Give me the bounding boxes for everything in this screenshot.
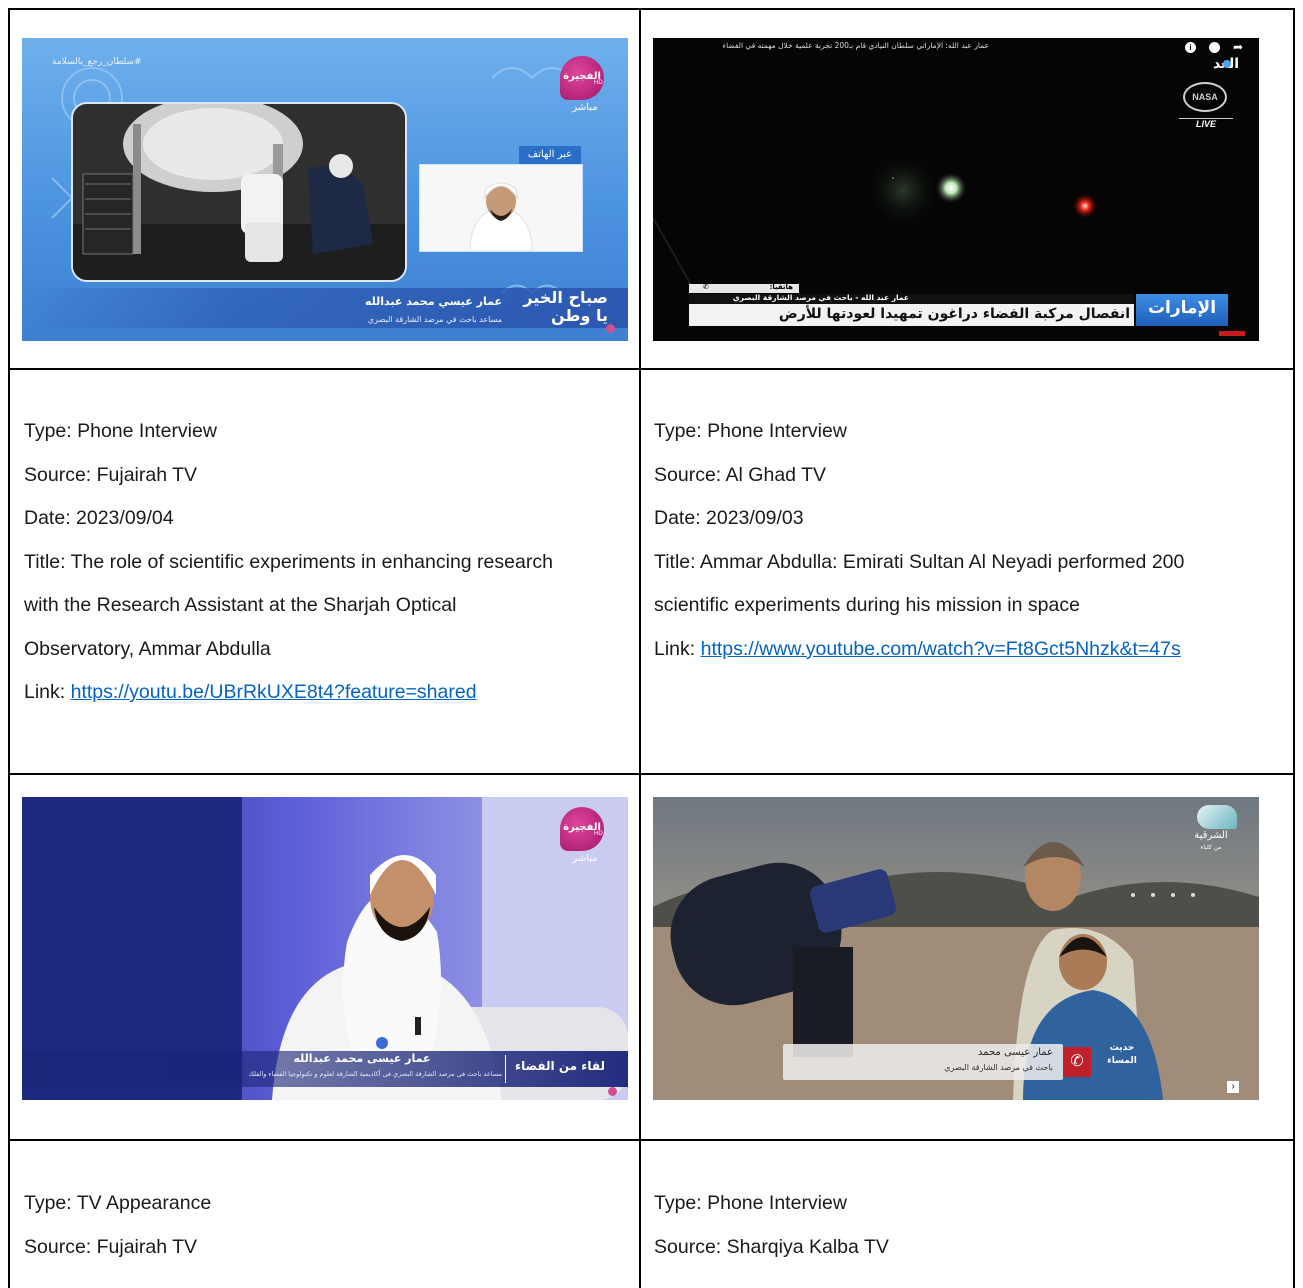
- phone-guest-photo: [419, 164, 583, 252]
- thumbnail-alghad: عمار عبد الله: الإماراتي سلطان النيادي ق…: [653, 38, 1259, 341]
- channel-logo-icon: [1223, 60, 1231, 68]
- link-label: Link:: [654, 637, 701, 660]
- link-label: Link:: [24, 681, 71, 703]
- show-title-line2: يا وطن: [551, 306, 608, 325]
- hd-badge: HD: [594, 80, 603, 86]
- entry-link-row: Link: https://youtu.be/UBrRkUXE8t4?featu…: [24, 671, 553, 715]
- entry-2-details: Type: Phone Interview Source: Al Ghad TV…: [654, 410, 1184, 671]
- table-border-middle: [639, 8, 641, 1288]
- corner-badge: [1219, 331, 1245, 336]
- channel-name: الشرقية: [1194, 830, 1228, 841]
- entry-title-line: Title: The role of scientific experiment…: [24, 550, 553, 573]
- entry-link[interactable]: https://youtu.be/UBrRkUXE8t4?feature=sha…: [71, 681, 477, 703]
- entry-title-line: scientific experiments during his missio…: [654, 594, 1080, 616]
- guest-line: عمار عبد الله - باحث في مرصد الشارقة الب…: [732, 293, 909, 302]
- clock-icon[interactable]: [1209, 42, 1220, 53]
- table-row-divider: [8, 1139, 1295, 1141]
- entry-1-details: Type: Phone Interview Source: Fujairah T…: [24, 410, 553, 715]
- live-label: مباشر: [572, 853, 598, 864]
- live-badge: LIVE: [1179, 118, 1233, 129]
- guest-title: باحث في مرصد الشارقة البصري: [944, 1063, 1053, 1072]
- entry-link[interactable]: https://www.youtube.com/watch?v=Ft8Gct5N…: [701, 638, 1181, 660]
- program-logo: حديث المساء: [1107, 1043, 1137, 1066]
- entry-4-details: Type: Phone Interview Source: Sharqiya K…: [654, 1182, 889, 1269]
- phone-icon: ✆: [1063, 1047, 1091, 1077]
- share-icon[interactable]: ➦: [1233, 40, 1243, 54]
- entry-link-row: Link: https://www.youtube.com/watch?v=Ft…: [654, 628, 1184, 672]
- nasa-logo: NASA: [1183, 82, 1227, 112]
- table-border-left: [8, 8, 10, 1288]
- segment-title: لقاء من الفضاء: [514, 1059, 606, 1073]
- corner-logo-icon: [608, 1087, 617, 1096]
- top-caption: عمار عبد الله: الإماراتي سلطان النيادي ق…: [722, 41, 989, 50]
- phone-label: هاتفيا:: [769, 283, 793, 291]
- hd-badge: HD: [594, 831, 603, 837]
- hashtag-label: #سلطان_رجع_بالسلامة: [52, 57, 142, 67]
- live-label: مباشر: [572, 102, 598, 113]
- guest-name: عمار عيسى محمد عبدالله: [293, 1052, 431, 1065]
- nasa-text: NASA: [1192, 92, 1218, 102]
- entry-source: Source: Al Ghad TV: [654, 463, 826, 486]
- entry-type: Type: Phone Interview: [654, 1192, 847, 1214]
- guest-name: عمار عيسى محمد: [977, 1047, 1053, 1058]
- table-border-right: [1293, 8, 1295, 1288]
- entry-3-details: Type: TV Appearance Source: Fujairah TV: [24, 1182, 211, 1269]
- entry-title-line: Title: Ammar Abdulla: Emirati Sultan Al …: [654, 550, 1185, 573]
- by-phone-tag: عبر الهاتف: [519, 146, 581, 164]
- entry-source: Source: Sharqiya Kalba TV: [654, 1235, 889, 1258]
- guest-name: عمار عيسي محمد عبدالله: [364, 295, 502, 308]
- thumbnail-sharqiya-kalba: الشرقية من كلباء عمار عيسى محمد باحث في …: [653, 797, 1259, 1100]
- table-row-divider: [8, 773, 1295, 775]
- entry-title-line: with the Research Assistant at the Sharj…: [24, 594, 457, 616]
- thumbnail-fujairah-studio: الفجيرة HD مباشر عمار عيسى محمد عبدالله …: [22, 797, 628, 1100]
- corner-logo-icon: [606, 324, 615, 333]
- entry-source: Source: Fujairah TV: [24, 463, 198, 486]
- sharqiya-logo: [1197, 805, 1237, 829]
- phone-icon: ✆: [703, 284, 709, 291]
- thumbnail-fujairah-phone: #سلطان_رجع_بالسلامة الفجيرة HD مباشر عبر…: [22, 38, 628, 341]
- show-title-line1: صباح الخير: [523, 288, 608, 307]
- entry-type: Type: Phone Interview: [24, 420, 217, 442]
- entry-title-line: Observatory, Ammar Abdulla: [24, 637, 271, 660]
- next-arrow-icon[interactable]: ›: [1227, 1081, 1239, 1093]
- entry-source: Source: Fujairah TV: [24, 1235, 198, 1258]
- region-label: الإمارات: [1147, 298, 1217, 318]
- guest-title: مساعد باحث في مرصد الشارقة البصري: [367, 315, 502, 324]
- entry-date: Date: 2023/09/03: [654, 507, 804, 529]
- entry-date: Date: 2023/09/04: [24, 507, 174, 529]
- capsule-interior-image: [73, 104, 405, 280]
- live-text: LIVE: [1195, 119, 1216, 129]
- headline-text: انفصال مركبة الفضاء دراغون تمهيدا لعودته…: [778, 306, 1130, 322]
- entry-type: Type: Phone Interview: [654, 420, 847, 442]
- entry-type: Type: TV Appearance: [24, 1192, 212, 1214]
- table-border-top: [8, 8, 1295, 10]
- channel-subtitle: من كلباء: [1200, 844, 1222, 851]
- segment-divider: [505, 1055, 506, 1083]
- video-frame: [71, 102, 407, 282]
- info-icon[interactable]: i: [1185, 42, 1196, 53]
- guest-title: مساعد باحث في مرصد الشارقة البصري في أكا…: [248, 1070, 503, 1078]
- table-row-divider: [8, 368, 1295, 370]
